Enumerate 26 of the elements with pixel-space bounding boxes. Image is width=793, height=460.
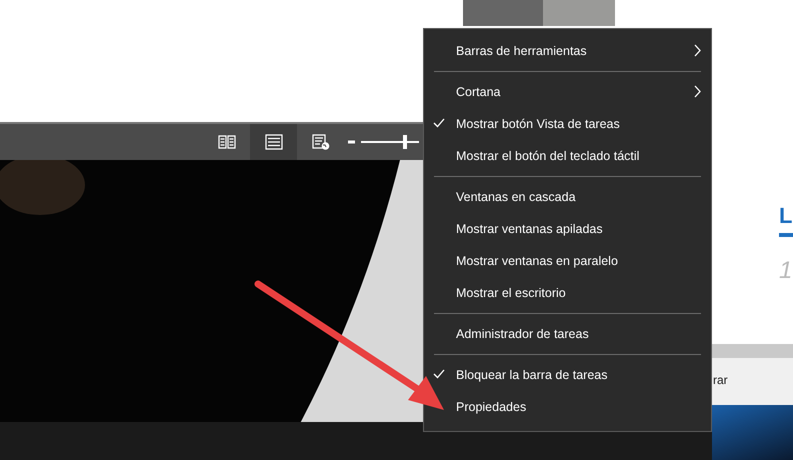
list-view-button[interactable] bbox=[250, 124, 297, 160]
menu-item[interactable]: Mostrar ventanas en paralelo bbox=[424, 245, 711, 277]
menu-item[interactable]: Mostrar el botón del teclado táctil bbox=[424, 140, 711, 172]
heading: L bbox=[779, 203, 793, 229]
menu-item[interactable]: Bloquear la barra de tareas bbox=[424, 359, 711, 391]
list-icon bbox=[264, 134, 282, 150]
checkmark-icon bbox=[433, 118, 445, 128]
button-label: rar bbox=[713, 373, 728, 387]
menu-item[interactable]: Mostrar el escritorio bbox=[424, 277, 711, 309]
menu-item[interactable]: Propiedades bbox=[424, 391, 711, 423]
menu-item[interactable]: Mostrar botón Vista de tareas bbox=[424, 108, 711, 140]
document-globe-icon bbox=[312, 134, 330, 150]
book-icon bbox=[218, 134, 236, 150]
slider-thumb[interactable] bbox=[403, 135, 408, 149]
menu-item[interactable]: Ventanas en cascada bbox=[424, 181, 711, 213]
window-panel bbox=[543, 0, 615, 26]
chevron-right-icon bbox=[694, 44, 701, 57]
minus-icon bbox=[348, 140, 355, 144]
number-text: 1 bbox=[779, 257, 793, 285]
heading-underline bbox=[779, 233, 793, 237]
menu-item[interactable]: Barras de herramientas bbox=[424, 35, 711, 67]
chevron-right-icon bbox=[694, 85, 701, 98]
menu-item[interactable]: Administrador de tareas bbox=[424, 318, 711, 350]
menu-item[interactable]: Cortana bbox=[424, 76, 711, 108]
checkmark-icon bbox=[433, 369, 445, 379]
menu-item[interactable]: Mostrar ventanas apiladas bbox=[424, 213, 711, 245]
